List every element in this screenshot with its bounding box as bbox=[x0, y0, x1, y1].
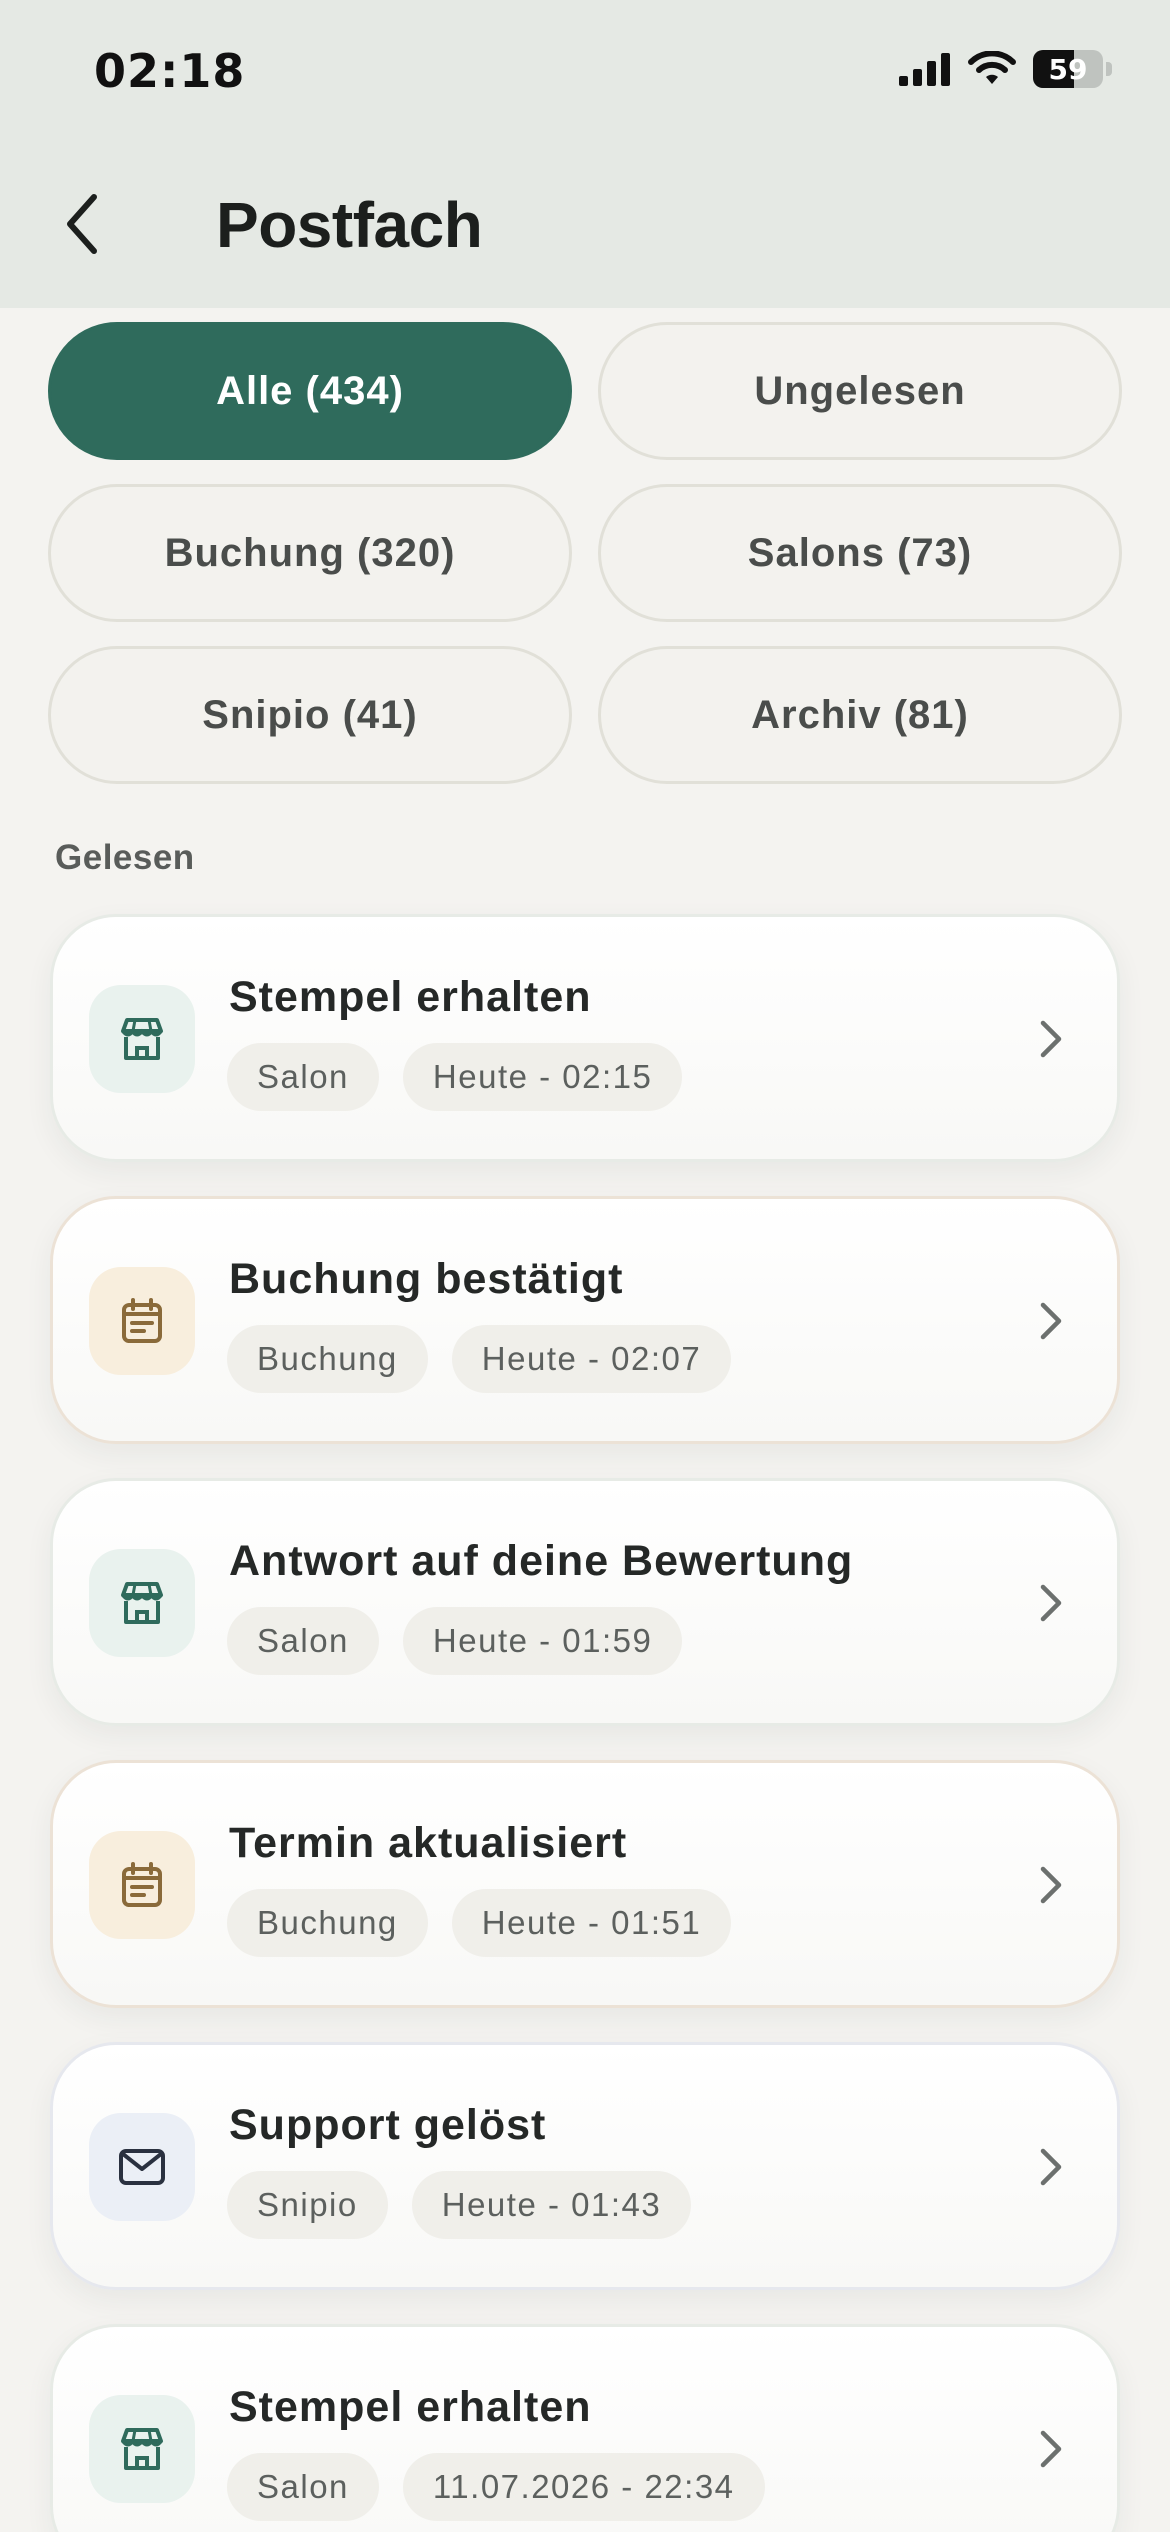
calendar-icon bbox=[120, 1297, 164, 1345]
chevron-right-icon bbox=[1040, 2148, 1062, 2186]
notification-icon-box bbox=[89, 1831, 195, 1939]
category-badge: Salon bbox=[227, 2453, 379, 2521]
cellular-signal-icon bbox=[899, 53, 950, 86]
notification-tags: Buchung Heute - 01:51 bbox=[227, 1889, 732, 1957]
timestamp-badge: 11.07.2026 - 22:34 bbox=[402, 2453, 765, 2521]
timestamp-badge: Heute - 02:15 bbox=[402, 1043, 683, 1111]
notification-title: Stempel erhalten bbox=[229, 2383, 592, 2431]
notification-card[interactable]: Antwort auf deine Bewertung Salon Heute … bbox=[50, 1478, 1120, 1726]
filter-archive[interactable]: Archiv (81) bbox=[598, 646, 1122, 784]
battery-tip bbox=[1106, 62, 1112, 76]
status-time: 02:18 bbox=[94, 44, 246, 98]
notification-tags: Salon Heute - 01:59 bbox=[227, 1607, 683, 1675]
filter-all[interactable]: Alle (434) bbox=[48, 322, 572, 460]
chevron-right-icon bbox=[1040, 1302, 1062, 1340]
category-badge: Salon bbox=[227, 1043, 379, 1111]
timestamp-badge: Heute - 01:51 bbox=[451, 1889, 732, 1957]
notification-icon-box bbox=[89, 1267, 195, 1375]
notification-card[interactable]: Buchung bestätigt Buchung Heute - 02:07 bbox=[50, 1196, 1120, 1444]
chevron-right-icon bbox=[1040, 1866, 1062, 1904]
category-badge: Buchung bbox=[227, 1325, 428, 1393]
notification-card[interactable]: Support gelöst Snipio Heute - 01:43 bbox=[50, 2042, 1120, 2290]
chevron-right-icon bbox=[1040, 1584, 1062, 1622]
filter-unread[interactable]: Ungelesen bbox=[598, 322, 1122, 460]
chevron-right-icon bbox=[1040, 2430, 1062, 2468]
notification-icon-box bbox=[89, 985, 195, 1093]
notification-title: Antwort auf deine Bewertung bbox=[229, 1537, 854, 1585]
notification-icon-box bbox=[89, 1549, 195, 1657]
wifi-icon bbox=[968, 51, 1016, 84]
filter-booking[interactable]: Buchung (320) bbox=[48, 484, 572, 622]
timestamp-badge: Heute - 01:43 bbox=[411, 2171, 692, 2239]
filter-salons[interactable]: Salons (73) bbox=[598, 484, 1122, 622]
store-icon bbox=[118, 1017, 166, 1061]
filter-snipio[interactable]: Snipio (41) bbox=[48, 646, 572, 784]
chevron-left-icon bbox=[67, 194, 97, 254]
inbox-screen: 02:18 59 Postfach Alle (434) Ungelesen B… bbox=[0, 0, 1170, 2532]
calendar-icon bbox=[120, 1861, 164, 1909]
mail-icon bbox=[118, 2148, 166, 2186]
notification-title: Termin aktualisiert bbox=[229, 1819, 628, 1867]
notification-icon-box bbox=[89, 2113, 195, 2221]
category-badge: Salon bbox=[227, 1607, 379, 1675]
notification-icon-box bbox=[89, 2395, 195, 2503]
battery-percent: 59 bbox=[1048, 52, 1088, 86]
timestamp-badge: Heute - 01:59 bbox=[402, 1607, 683, 1675]
notification-card[interactable]: Termin aktualisiert Buchung Heute - 01:5… bbox=[50, 1760, 1120, 2008]
chevron-right-icon bbox=[1040, 1020, 1062, 1058]
back-button[interactable] bbox=[52, 182, 112, 266]
store-icon bbox=[118, 1581, 166, 1625]
category-badge: Buchung bbox=[227, 1889, 428, 1957]
notification-tags: Salon 11.07.2026 - 22:34 bbox=[227, 2453, 765, 2521]
notification-tags: Buchung Heute - 02:07 bbox=[227, 1325, 732, 1393]
notification-title: Support gelöst bbox=[229, 2101, 547, 2149]
header: 02:18 59 Postfach bbox=[0, 0, 1170, 308]
status-icons: 59 bbox=[899, 50, 1112, 88]
battery-indicator: 59 bbox=[1033, 50, 1103, 88]
page-title: Postfach bbox=[216, 189, 483, 261]
filter-chips: Alle (434) Ungelesen Buchung (320) Salons (… bbox=[48, 322, 1122, 784]
notification-tags: Salon Heute - 02:15 bbox=[227, 1043, 683, 1111]
timestamp-badge: Heute - 02:07 bbox=[451, 1325, 732, 1393]
notification-tags: Snipio Heute - 01:43 bbox=[227, 2171, 692, 2239]
store-icon bbox=[118, 2427, 166, 2471]
notification-title: Stempel erhalten bbox=[229, 973, 592, 1021]
notification-card[interactable]: Stempel erhalten Salon Heute - 02:15 bbox=[50, 914, 1120, 1162]
section-label: Gelesen bbox=[55, 838, 195, 877]
notification-card[interactable]: Stempel erhalten Salon 11.07.2026 - 22:3… bbox=[50, 2324, 1120, 2532]
notification-title: Buchung bestätigt bbox=[229, 1255, 624, 1303]
notification-list: Stempel erhalten Salon Heute - 02:15 Buc… bbox=[50, 914, 1120, 2532]
status-bar: 02:18 59 bbox=[0, 0, 1170, 150]
category-badge: Snipio bbox=[227, 2171, 388, 2239]
